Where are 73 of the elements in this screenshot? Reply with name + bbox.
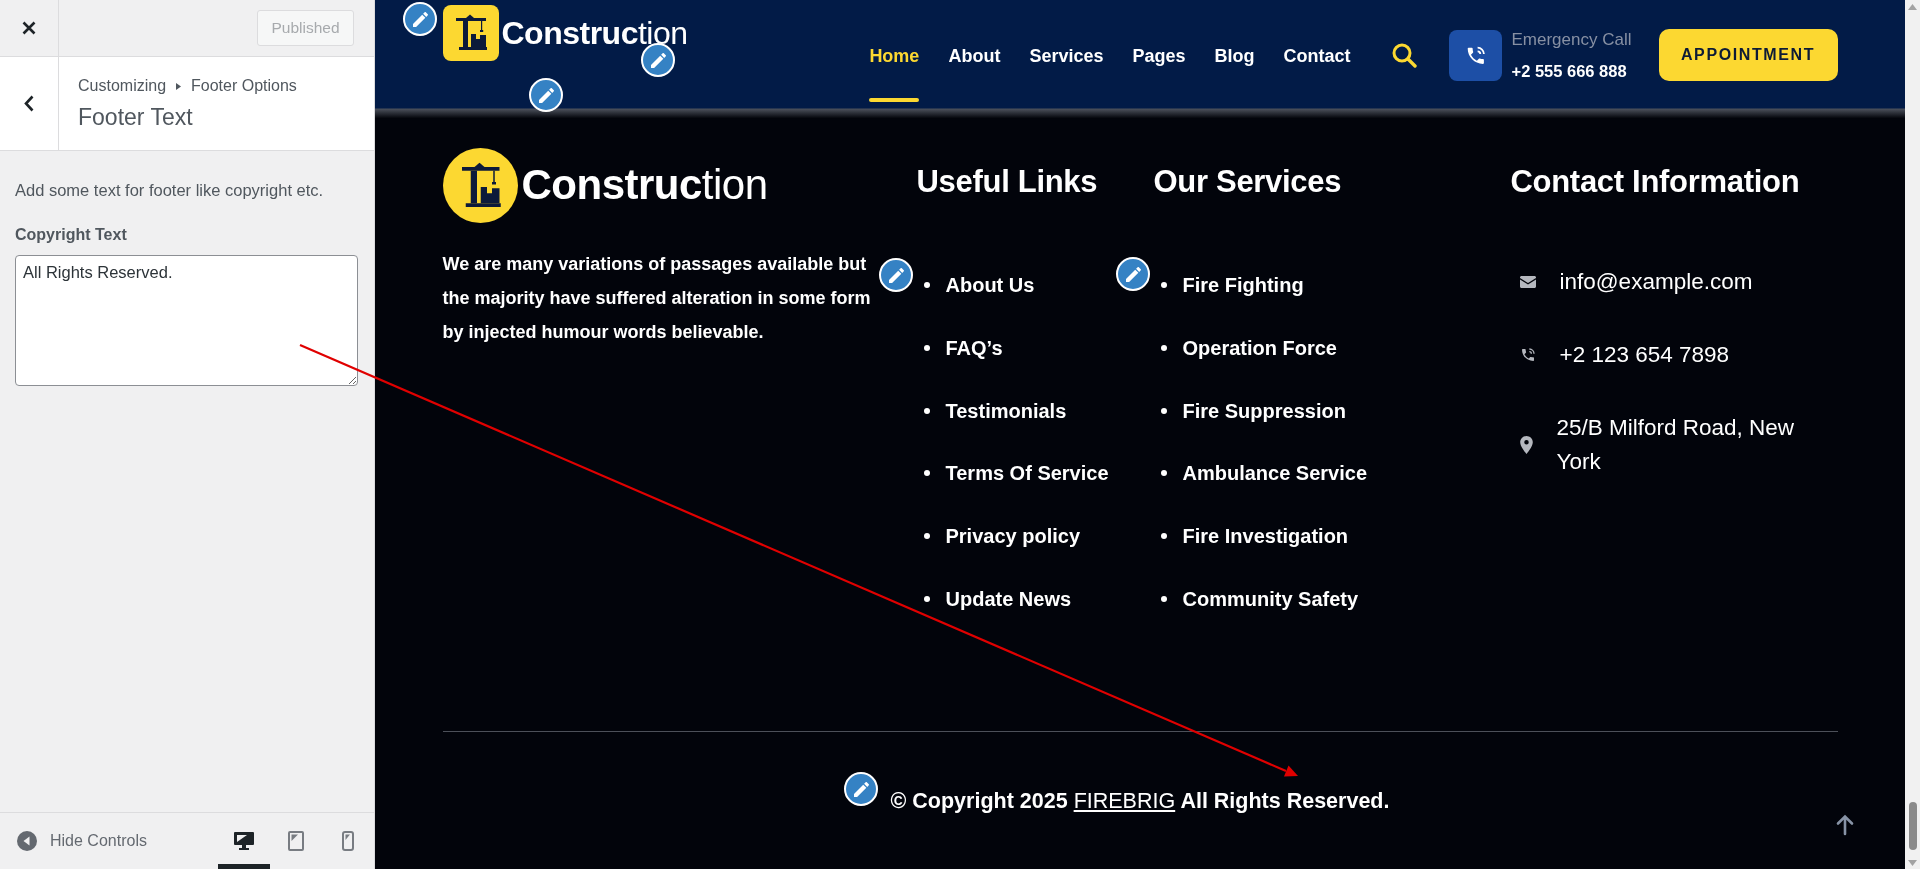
footer-link[interactable]: FAQ’s [945,333,1003,362]
bullet-icon [923,344,930,351]
collapse-icon [17,831,37,851]
column-heading: Our Services [1153,163,1343,201]
nav-link[interactable]: Blog [1214,45,1255,102]
section-description: Add some text for footer like copyright etc. [15,181,325,200]
pencil-icon [888,267,904,283]
logo-text[interactable]: Construction [521,161,768,210]
close-icon [22,21,36,35]
footer-link[interactable]: Privacy policy [945,522,1081,551]
search-icon [1390,42,1417,68]
bullet-icon [1160,344,1167,351]
monitor-icon [234,832,254,850]
pencil-icon [412,11,428,27]
bullet-icon [923,596,930,602]
emergency-phone: +2 555 666 888 [1511,60,1628,81]
bullet-icon [923,407,930,414]
footer-link[interactable]: Ambulance Service [1182,459,1368,488]
nav-link[interactable]: Contact [1283,45,1351,102]
bullet-icon [923,282,930,288]
phone-icon [1519,347,1536,363]
pencil-icon [538,87,554,103]
crane-logo-icon [442,5,499,61]
bullet-icon [1160,533,1167,540]
hide-controls-button[interactable]: Hide Controls [0,813,147,869]
emergency-label: Emergency Call [1511,29,1632,50]
footer-link[interactable]: Fire Investigation [1182,522,1349,551]
nav-link[interactable]: Home [869,45,920,102]
footer-link[interactable]: Community Safety [1182,585,1359,613]
pencil-icon [650,52,666,68]
footer-link[interactable]: Terms Of Service [945,459,1109,488]
contact-text: 25/B Milford Road, New York [1556,414,1796,476]
section-title: Footer Text [78,103,194,131]
footer-link[interactable]: Fire Suppression [1182,396,1346,425]
column-heading: Contact Information [1510,163,1801,201]
bullet-icon [923,533,930,540]
pencil-icon [853,781,869,797]
location-pin-icon [1519,436,1533,454]
column-heading: Useful Links [916,163,1099,201]
bullet-icon [1160,596,1167,602]
pencil-icon [1125,266,1141,282]
bullet-icon [1160,407,1167,414]
contact-text: info@example.com [1559,268,1753,296]
copyright-text: © Copyright 2025 FIREBRIG All Rights Reserved. [890,788,1390,815]
search-button[interactable] [1390,42,1417,68]
copyright-textarea[interactable]: All Rights Reserved. [15,255,358,386]
contact-text: +2 123 654 7898 [1559,341,1730,369]
bullet-icon [1160,470,1167,477]
about-text: We are many variations of passages available but the majority have suffered alteration in some form by injected humour words believable. [442,253,872,344]
chevron-left-icon [24,95,34,112]
footer-link[interactable]: Fire Fighting [1182,271,1304,299]
appointment-button[interactable]: APPOINTMENT [1658,29,1838,81]
copyright-link[interactable]: FIREBRIG [1073,789,1176,813]
logo-text[interactable]: Construction [501,14,688,52]
envelope-icon [1519,276,1536,288]
bullet-icon [923,470,930,477]
bullet-icon [1160,282,1167,288]
phone-icon [1448,29,1502,81]
crane-logo-icon [442,148,518,223]
nav-link[interactable]: Pages [1132,45,1186,102]
footer-link[interactable]: About Us [945,271,1035,299]
footer-link[interactable]: Operation Force [1182,333,1337,362]
nav-link[interactable]: Services [1029,45,1104,102]
smartphone-icon [342,831,354,851]
caret-icon [176,82,182,90]
breadcrumb-item: Customizing [78,77,167,95]
nav-link[interactable]: About [948,45,1001,102]
tablet-icon [288,831,304,851]
footer-link[interactable]: Testimonials [945,396,1067,425]
field-label: Copyright Text [15,225,128,244]
scrollbar-thumb[interactable] [1908,802,1917,850]
footer-link[interactable]: Update News [945,585,1072,613]
breadcrumb-item: Footer Options [191,77,297,95]
